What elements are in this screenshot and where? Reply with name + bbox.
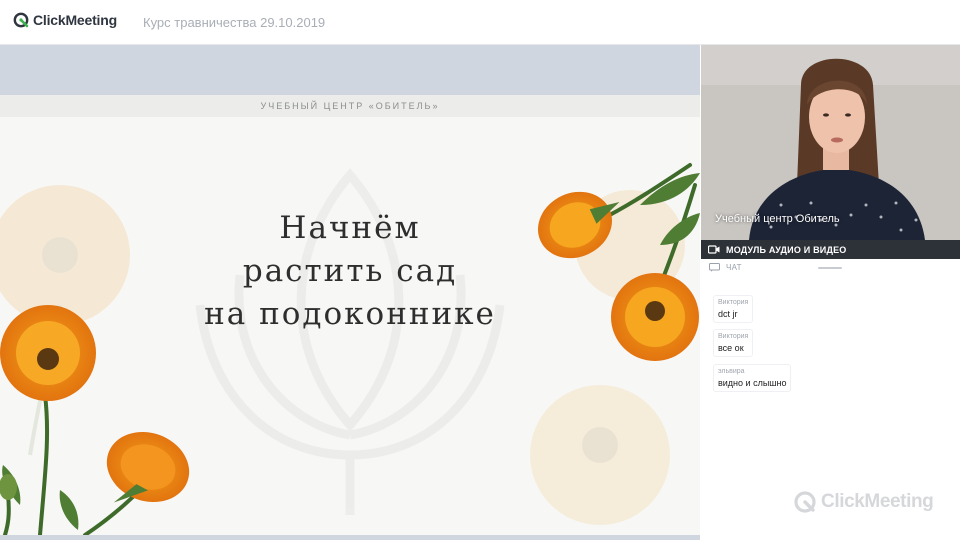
chat-icon xyxy=(709,262,720,272)
calendula-flower xyxy=(611,273,699,361)
clickmeeting-watermark-icon xyxy=(794,491,816,513)
clickmeeting-logo[interactable]: ClickMeeting xyxy=(13,12,117,28)
clickmeeting-logo-icon xyxy=(13,12,29,28)
chat-message: Виктория все ок xyxy=(713,329,754,357)
chat-message-author: эльвира xyxy=(718,368,745,375)
right-panel: Учебный центр Обитель МОДУЛЬ АУДИО И ВИД… xyxy=(701,45,960,540)
slide-title-line: на подоконнике xyxy=(204,296,496,332)
logo-text: ClickMeeting xyxy=(33,12,117,28)
slide-title-line: Начнём xyxy=(279,210,421,246)
calendula-flower xyxy=(106,431,190,503)
chat-message-author: Виктория xyxy=(718,299,749,306)
top-bar: ClickMeeting Курс травничества 29.10.201… xyxy=(0,0,960,45)
presentation-stage: УЧЕБНЫЙ ЦЕНТР «ОБИТЕЛЬ» Начнём растить с… xyxy=(0,45,700,540)
chat-message: эльвира видно и слышно xyxy=(713,364,792,392)
calendula-flower xyxy=(0,305,96,401)
presenter-name: Учебный центр Обитель xyxy=(715,213,840,225)
chat-message-text: dct jr xyxy=(718,309,738,319)
chat-resize-handle[interactable] xyxy=(818,267,842,269)
slide-title: Начнём растить сад на подоконнике xyxy=(150,207,550,336)
slide-header: УЧЕБНЫЙ ЦЕНТР «ОБИТЕЛЬ» xyxy=(260,101,440,111)
chat-label: ЧАТ xyxy=(726,262,742,272)
chat-message: Виктория dct jr xyxy=(713,295,754,323)
clickmeeting-watermark: ClickMeeting xyxy=(793,490,934,514)
av-module-label: МОДУЛЬ АУДИО И ВИДЕО xyxy=(726,244,847,255)
chat-message-text: видно и слышно xyxy=(718,378,787,388)
presenter-video[interactable]: Учебный центр Обитель xyxy=(701,45,960,240)
chat-message-author: Виктория xyxy=(718,333,749,340)
watermark-text: ClickMeeting xyxy=(821,491,934,512)
video-camera-icon xyxy=(708,245,720,254)
presenter-video-frame xyxy=(701,45,960,240)
meeting-title: Курс травничества 29.10.2019 xyxy=(143,15,326,30)
slide-title-line: растить сад xyxy=(242,253,458,289)
chat-message-text: все ок xyxy=(718,343,744,353)
av-module-bar[interactable]: МОДУЛЬ АУДИО И ВИДЕО xyxy=(701,240,960,259)
presentation-slide: УЧЕБНЫЙ ЦЕНТР «ОБИТЕЛЬ» Начнём растить с… xyxy=(0,95,700,535)
